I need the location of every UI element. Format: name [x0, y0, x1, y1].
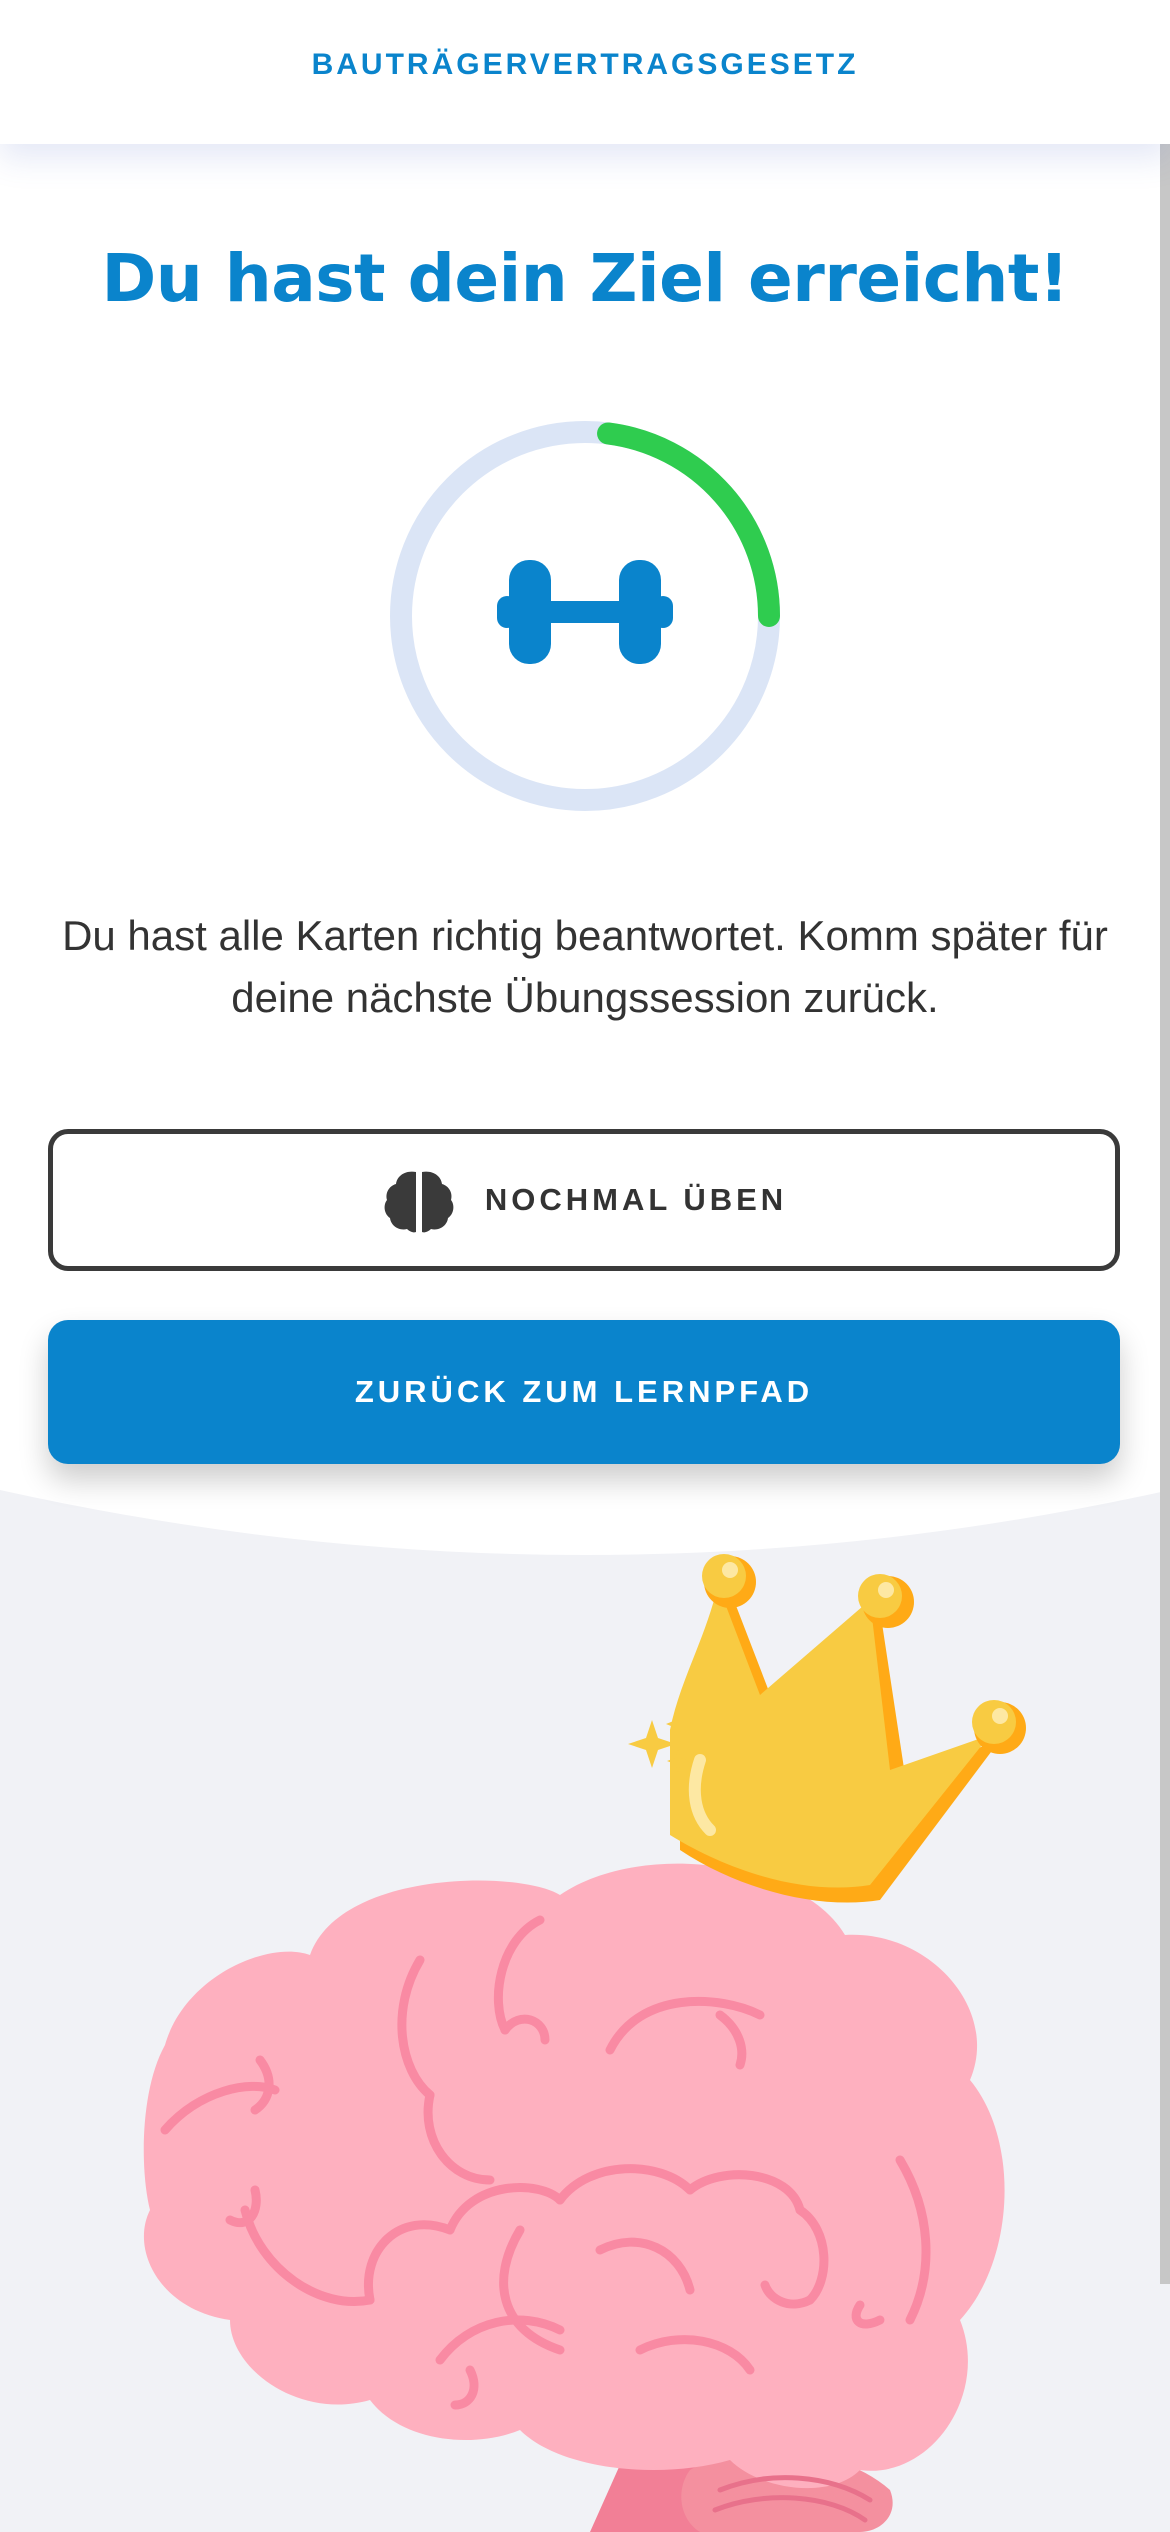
progress-ring — [389, 420, 781, 812]
back-to-learning-path-button[interactable]: ZURÜCK ZUM LERNPFAD — [48, 1320, 1120, 1464]
back-to-learning-path-label: ZURÜCK ZUM LERNPFAD — [354, 1374, 814, 1409]
brain-with-crown-illustration — [0, 1490, 1170, 2532]
brain-icon — [384, 1171, 454, 1233]
result-message: Du hast alle Karten richtig beantwortet.… — [62, 912, 1108, 1021]
course-title: BAUTRÄGERVERTRAGSGESETZ — [311, 48, 859, 81]
scrollbar[interactable] — [1160, 144, 1170, 2284]
dumbbell-icon — [497, 560, 673, 664]
top-bar: BAUTRÄGERVERTRAGSGESETZ — [0, 0, 1170, 144]
progress-ring-graphic — [390, 421, 780, 811]
practice-again-button[interactable]: NOCHMAL ÜBEN — [48, 1129, 1120, 1271]
illustration-area — [0, 1490, 1170, 2532]
practice-again-label: NOCHMAL ÜBEN — [484, 1182, 788, 1217]
goal-reached-screen: BAUTRÄGERVERTRAGSGESETZ Du hast dein Zie… — [0, 0, 1170, 2532]
goal-headline: Du hast dein Ziel erreicht! — [101, 240, 1069, 317]
